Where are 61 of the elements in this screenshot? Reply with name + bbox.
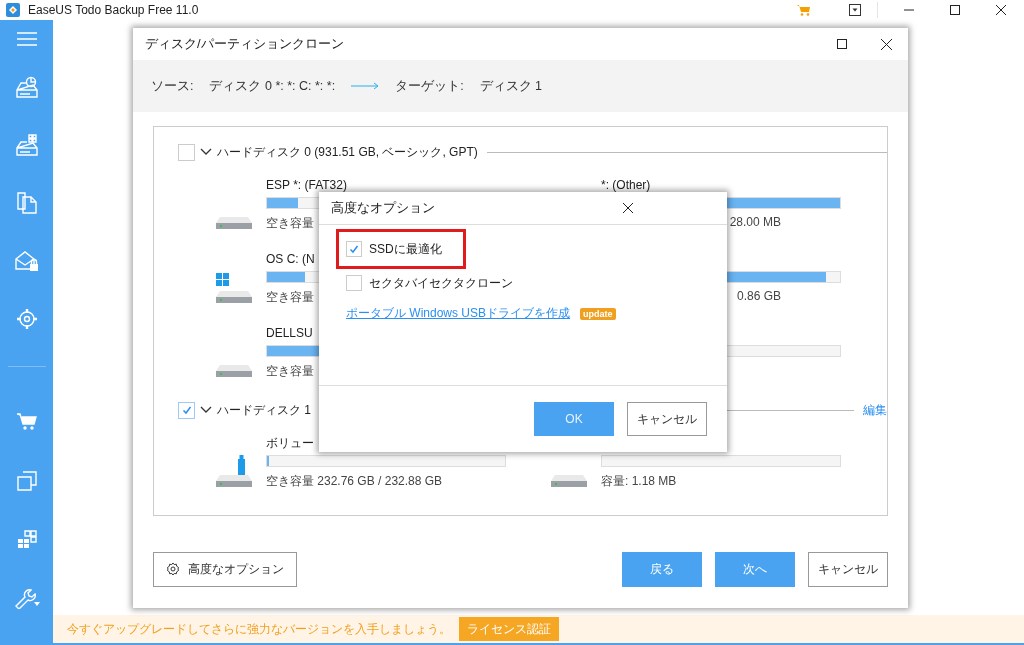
- upgrade-message: 今すぐアップグレードしてさらに強力なバージョンを入手しましょう。: [67, 620, 451, 638]
- overlapping-squares-icon[interactable]: [16, 471, 37, 491]
- documents-icon[interactable]: [16, 192, 37, 214]
- partition-name: ボリュー: [266, 435, 314, 452]
- partition-capacity: 28.00 MB: [728, 215, 781, 229]
- partition-capacity: 0.86 GB: [735, 289, 781, 303]
- partition-capacity: 空き容量 232.76 GB / 232.88 GB: [266, 473, 443, 490]
- source-label: ソース:: [151, 77, 194, 95]
- cancel-button[interactable]: キャンセル: [627, 402, 707, 436]
- check-icon: [348, 243, 360, 255]
- maximize-icon[interactable]: [950, 5, 960, 15]
- option-checkbox[interactable]: SSDに最適化: [336, 239, 452, 259]
- dropdown-icon[interactable]: [849, 4, 861, 16]
- envelope-lock-icon[interactable]: [14, 250, 39, 272]
- partition-capacity: 空き容量: [266, 289, 314, 306]
- disk-label: ハードディスク 0 (931.51 GB, ベーシック, GPT): [217, 143, 478, 161]
- partition-name: ESP *: (FAT32): [266, 177, 347, 194]
- partition-name: DELLSU: [266, 325, 313, 342]
- dialog-title: 高度なオプション: [331, 199, 436, 217]
- edit-link[interactable]: 編集: [859, 401, 887, 419]
- chevron-down-icon[interactable]: [200, 148, 212, 156]
- cart-icon[interactable]: [16, 413, 37, 431]
- partition-capacity: 容量: 1.18 MB: [601, 473, 677, 490]
- option-checkbox[interactable]: セクタバイセクタクローン: [336, 273, 523, 293]
- create-usb-drive-link[interactable]: ポータブル Windows USBドライブを作成: [346, 305, 571, 322]
- checkbox[interactable]: [178, 401, 195, 419]
- app-logo-icon: [6, 3, 20, 17]
- target-label: ターゲット:: [395, 77, 464, 95]
- target-icon[interactable]: [15, 308, 38, 330]
- partition-capacity: 空き容量: [266, 215, 314, 232]
- close-icon[interactable]: [996, 5, 1006, 15]
- partition-name: *: (Other): [601, 177, 651, 194]
- dialog-title: ディスク/パーティションクローン: [145, 35, 345, 53]
- check-icon: [180, 404, 193, 416]
- source-value: ディスク 0 *: *: C: *: *:: [209, 77, 336, 95]
- chevron-down-icon[interactable]: [200, 406, 212, 414]
- disk-label: ハードディスク 1: [217, 401, 311, 419]
- partition-capacity: 空き容量: [266, 363, 314, 380]
- menu-icon[interactable]: [16, 32, 37, 46]
- disk-grid-icon[interactable]: [15, 134, 38, 156]
- settings-icon: [166, 562, 180, 576]
- close-icon[interactable]: [880, 38, 892, 50]
- tiles-icon[interactable]: [16, 529, 37, 549]
- ok-button[interactable]: OK: [534, 402, 614, 436]
- advanced-options-button[interactable]: 高度なオプション: [153, 551, 297, 587]
- target-value: ディスク 1: [479, 77, 543, 95]
- maximize-icon[interactable]: [837, 39, 847, 49]
- arrow-icon: [351, 82, 380, 90]
- checkbox[interactable]: [178, 143, 195, 161]
- next-button[interactable]: 次へ: [715, 551, 795, 587]
- window-title: EaseUS Todo Backup Free 11.0: [28, 3, 200, 17]
- license-button[interactable]: ライセンス認証: [459, 617, 559, 641]
- windows-drive-icon: [216, 273, 252, 303]
- back-button[interactable]: 戻る: [622, 551, 702, 587]
- update-badge: update: [580, 307, 616, 320]
- partition-name: OS C: (N: [266, 251, 315, 268]
- close-icon[interactable]: [623, 203, 633, 213]
- disk-chart-icon[interactable]: [15, 76, 38, 98]
- usb-drive-icon: [216, 455, 252, 487]
- cancel-button[interactable]: キャンセル: [808, 551, 888, 587]
- cart-icon[interactable]: [797, 4, 811, 16]
